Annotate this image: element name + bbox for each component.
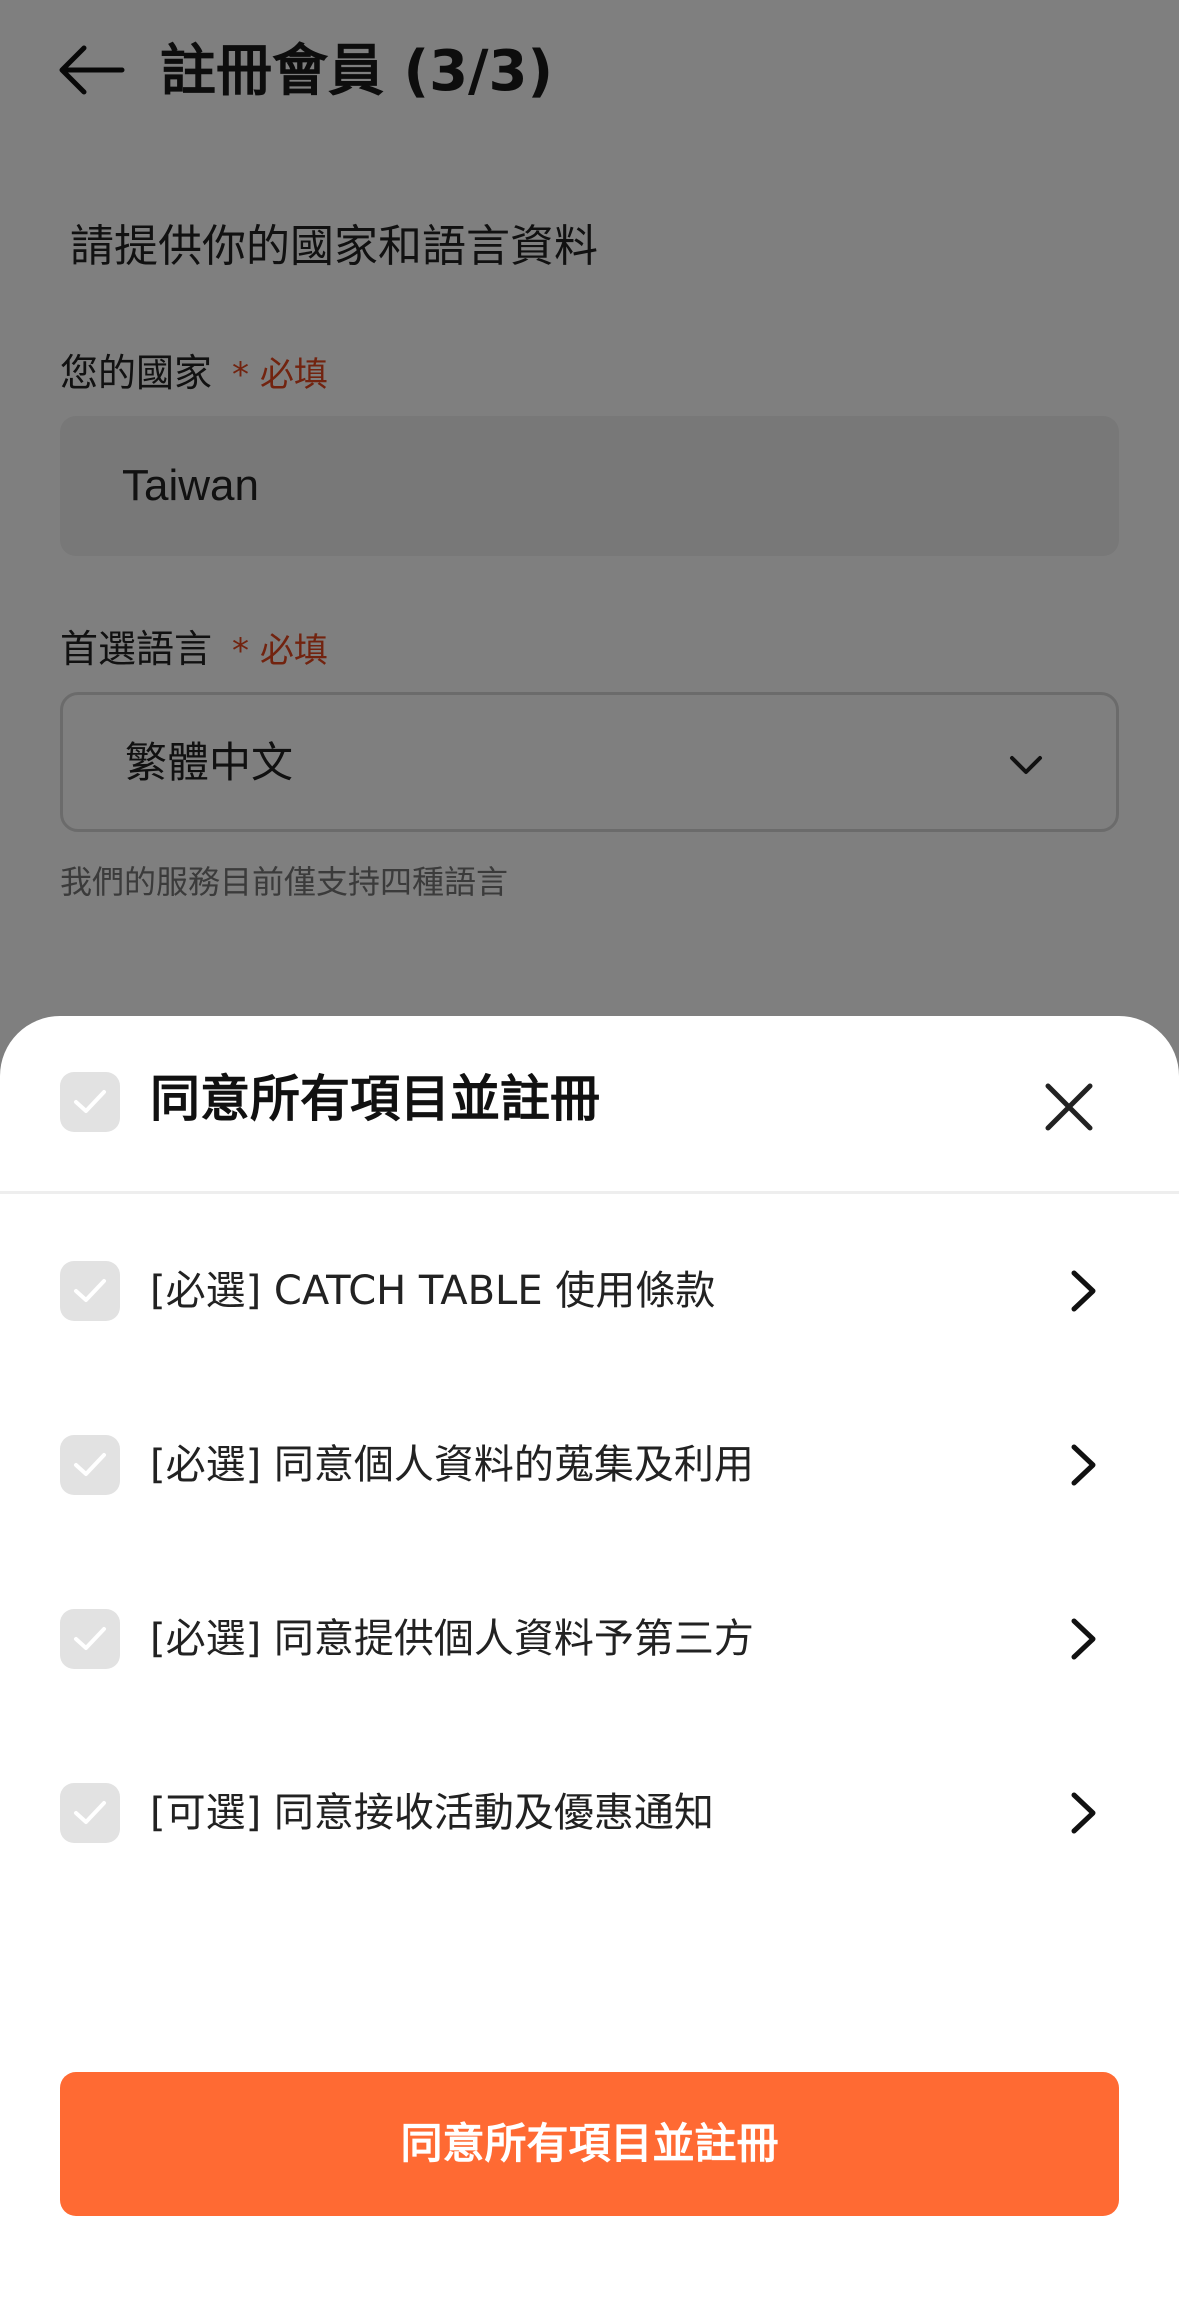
privacy-checkbox[interactable] — [60, 1435, 120, 1495]
agreement-row-terms[interactable]: [必選] CATCH TABLE 使用條款 — [0, 1226, 1179, 1356]
agreement-row-marketing[interactable]: [可選] 同意接收活動及優惠通知 — [0, 1748, 1179, 1878]
chevron-right-icon[interactable] — [1066, 1790, 1100, 1836]
third-party-checkbox[interactable] — [60, 1609, 120, 1669]
marketing-label: [可選] 同意接收活動及優惠通知 — [150, 1790, 714, 1836]
terms-label: [必選] CATCH TABLE 使用條款 — [150, 1268, 716, 1314]
check-icon — [74, 1090, 106, 1113]
check-icon — [74, 1453, 106, 1476]
check-icon — [74, 1627, 106, 1650]
sheet-title: 同意所有項目並註冊 — [150, 1070, 600, 1128]
agree-all-checkbox[interactable] — [60, 1072, 120, 1132]
terms-checkbox[interactable] — [60, 1261, 120, 1321]
sheet-header: 同意所有項目並註冊 — [0, 1016, 1179, 1194]
third-party-label: [必選] 同意提供個人資料予第三方 — [150, 1616, 754, 1662]
privacy-label: [必選] 同意個人資料的蒐集及利用 — [150, 1442, 754, 1488]
marketing-checkbox[interactable] — [60, 1783, 120, 1843]
confirm-button-label: 同意所有項目並註冊 — [400, 2120, 779, 2167]
agree-and-register-button[interactable]: 同意所有項目並註冊 — [60, 2072, 1119, 2216]
close-icon[interactable] — [1044, 1082, 1094, 1132]
agreement-row-privacy[interactable]: [必選] 同意個人資料的蒐集及利用 — [0, 1400, 1179, 1530]
check-icon — [74, 1279, 106, 1302]
chevron-right-icon[interactable] — [1066, 1616, 1100, 1662]
chevron-right-icon[interactable] — [1066, 1442, 1100, 1488]
check-icon — [74, 1801, 106, 1824]
chevron-right-icon[interactable] — [1066, 1268, 1100, 1314]
agreement-row-third-party[interactable]: [必選] 同意提供個人資料予第三方 — [0, 1574, 1179, 1704]
consent-bottom-sheet: 同意所有項目並註冊 [必選] CATCH TABLE 使用條款 [必選] 同意個… — [0, 1016, 1179, 2306]
